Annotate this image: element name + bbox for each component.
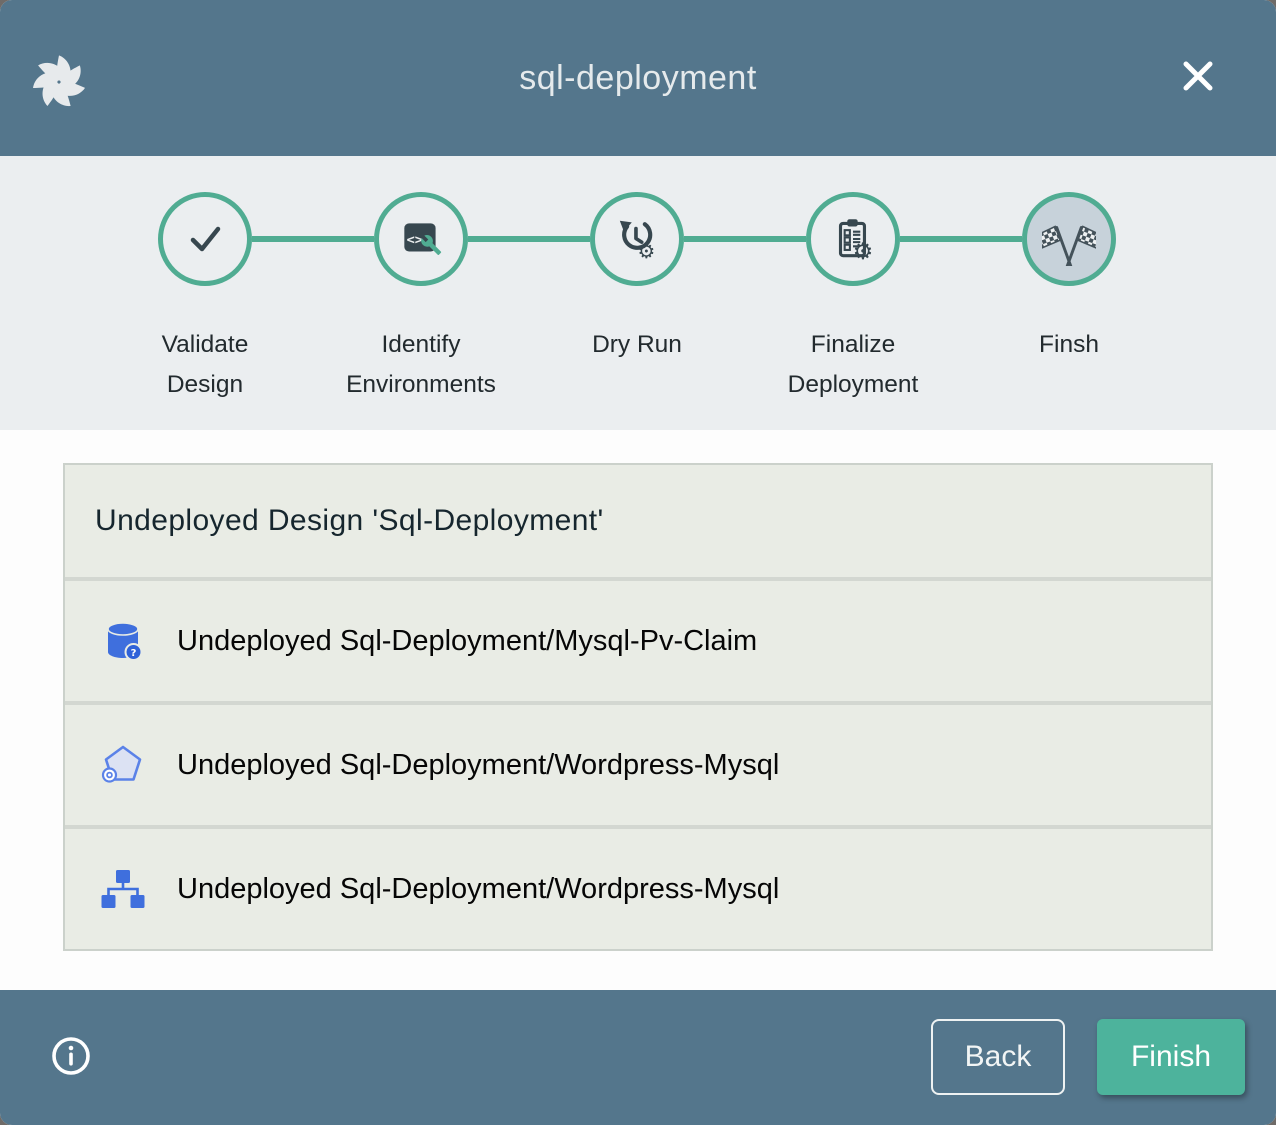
stepper-connector xyxy=(900,236,1022,242)
status-row-wordpress-mysql-service: Undeployed Sql-Deployment/Wordpress-Mysq… xyxy=(65,705,1211,825)
close-button[interactable] xyxy=(1176,54,1220,98)
deployment-wizard-dialog: sql-deployment <> xyxy=(0,0,1276,1125)
clipboard-gear-icon: ⚙ xyxy=(828,214,878,264)
database-icon: ? xyxy=(100,618,146,664)
pinwheel-logo-icon xyxy=(30,50,88,114)
status-text: Undeployed Sql-Deployment/Wordpress-Mysq… xyxy=(177,749,779,782)
status-text: Undeployed Sql-Deployment/Wordpress-Mysq… xyxy=(177,873,779,906)
dialog-header: sql-deployment xyxy=(0,0,1276,156)
status-row-mysql-pv-claim: ? Undeployed Sql-Deployment/Mysql-Pv-Cla… xyxy=(65,581,1211,701)
stepper-connector xyxy=(684,236,806,242)
gear-glyph: ⚙ xyxy=(638,240,656,263)
info-icon xyxy=(50,1035,92,1077)
status-row-design: Undeployed Design 'Sql-Deployment' xyxy=(65,465,1211,577)
status-text: Undeployed Sql-Deployment/Mysql-Pv-Claim xyxy=(177,625,757,658)
status-row-wordpress-mysql-deployment: Undeployed Sql-Deployment/Wordpress-Mysq… xyxy=(65,829,1211,949)
step-label-dry-run: Dry Run xyxy=(552,325,722,365)
finish-flags-icon xyxy=(1042,212,1096,266)
deployment-status-area: Undeployed Design 'Sql-Deployment' ? Und… xyxy=(0,430,1276,990)
wizard-stepper: <> ⚙ xyxy=(0,156,1276,430)
stepper-connector xyxy=(468,236,590,242)
finish-button[interactable]: Finish xyxy=(1097,1019,1245,1095)
check-icon xyxy=(181,215,229,263)
step-identify-environments[interactable]: <> xyxy=(374,192,468,286)
step-label-finish: Finsh xyxy=(984,325,1154,365)
dry-run-icon: ⚙ xyxy=(612,214,662,264)
info-button[interactable] xyxy=(50,1035,92,1077)
code-glyph: <> xyxy=(407,232,423,248)
close-icon xyxy=(1176,54,1220,98)
code-wrench-icon: <> xyxy=(396,214,446,264)
step-finish[interactable] xyxy=(1022,192,1116,286)
stepper-track: <> ⚙ xyxy=(158,192,1116,286)
question-glyph: ? xyxy=(131,648,137,659)
step-validate-design[interactable] xyxy=(158,192,252,286)
step-label-validate-design: ValidateDesign xyxy=(120,325,290,405)
step-finalize-deployment[interactable]: ⚙ xyxy=(806,192,900,286)
gear-glyph: ⚙ xyxy=(853,239,874,264)
dialog-title: sql-deployment xyxy=(519,59,757,98)
status-panel: Undeployed Design 'Sql-Deployment' ? Und… xyxy=(63,463,1213,951)
hierarchy-icon xyxy=(100,866,146,912)
dialog-footer: Back Finish xyxy=(0,990,1276,1125)
pentagon-badge-icon xyxy=(100,742,146,788)
status-text: Undeployed Design 'Sql-Deployment' xyxy=(95,504,604,538)
back-button[interactable]: Back xyxy=(931,1019,1065,1095)
step-label-finalize-deployment: FinalizeDeployment xyxy=(768,325,938,405)
stepper-connector xyxy=(252,236,374,242)
step-dry-run[interactable]: ⚙ xyxy=(590,192,684,286)
step-label-identify-environments: IdentifyEnvironments xyxy=(336,325,506,405)
